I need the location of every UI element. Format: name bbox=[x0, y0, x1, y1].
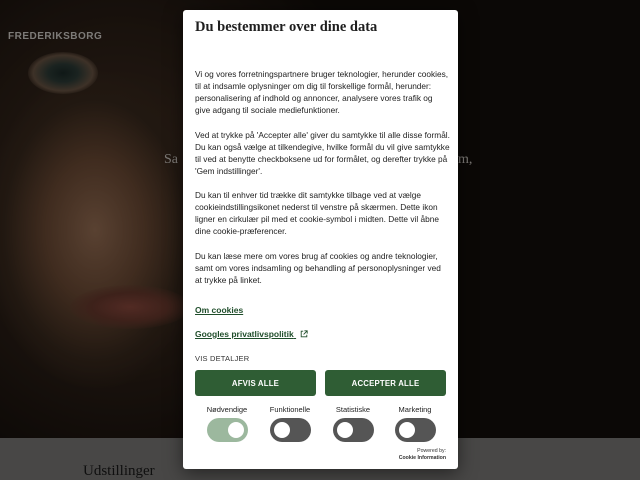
accept-all-button[interactable]: ACCEPTER ALLE bbox=[325, 370, 446, 396]
marketing-toggle-switch[interactable] bbox=[394, 418, 436, 442]
necessary-toggle-switch[interactable] bbox=[206, 418, 248, 442]
show-details-toggle[interactable]: VIS DETALJER bbox=[195, 354, 249, 363]
powered-by-brand: Cookie Information bbox=[398, 454, 446, 461]
functional-toggle-switch[interactable] bbox=[269, 418, 311, 442]
toggle-label: Statistiske bbox=[335, 405, 371, 414]
dialog-title: Du bestemmer over dine data bbox=[195, 19, 378, 35]
about-cookies-link-label: Om cookies bbox=[195, 305, 244, 315]
toggle-knob bbox=[227, 422, 244, 438]
external-link-icon bbox=[300, 330, 308, 338]
dialog-body: Vi og vores forretningspartnere bruger t… bbox=[195, 68, 450, 298]
consent-paragraph: Vi og vores forretningspartnere bruger t… bbox=[195, 69, 449, 116]
google-privacy-link[interactable]: Googles privatlivspolitik bbox=[195, 329, 308, 339]
reject-all-button[interactable]: AFVIS ALLE bbox=[195, 370, 316, 396]
powered-by[interactable]: Powered by: Cookie Information bbox=[399, 448, 446, 461]
toggle-item-statistics: Statistiske bbox=[321, 394, 385, 442]
consent-paragraph: Du kan læse mere om vores brug af cookie… bbox=[195, 250, 441, 285]
toggle-knob bbox=[273, 422, 290, 438]
toggle-item-marketing: Marketing bbox=[383, 394, 447, 442]
statistics-toggle-switch[interactable] bbox=[332, 418, 374, 442]
toggle-item-functional: Funktionelle bbox=[258, 394, 322, 442]
cookie-consent-dialog: Du bestemmer over dine data Vi og vores … bbox=[183, 10, 458, 469]
consent-paragraph: Ved at trykke på 'Accepter alle' giver d… bbox=[195, 129, 450, 176]
toggle-label: Marketing bbox=[398, 405, 432, 414]
toggle-knob bbox=[336, 422, 353, 438]
toggle-item-necessary: Nødvendige bbox=[195, 394, 259, 442]
google-privacy-link-label: Googles privatlivspolitik bbox=[195, 329, 294, 339]
toggle-label: Funktionelle bbox=[269, 405, 311, 414]
consent-category-toggles: Nødvendige Funktionelle Statistiske Mark… bbox=[195, 394, 450, 444]
about-cookies-link[interactable]: Om cookies bbox=[195, 305, 243, 315]
consent-paragraph: Du kan til enhver tid trække dit samtykk… bbox=[195, 190, 439, 237]
toggle-label: Nødvendige bbox=[206, 405, 248, 414]
toggle-knob bbox=[398, 422, 415, 438]
